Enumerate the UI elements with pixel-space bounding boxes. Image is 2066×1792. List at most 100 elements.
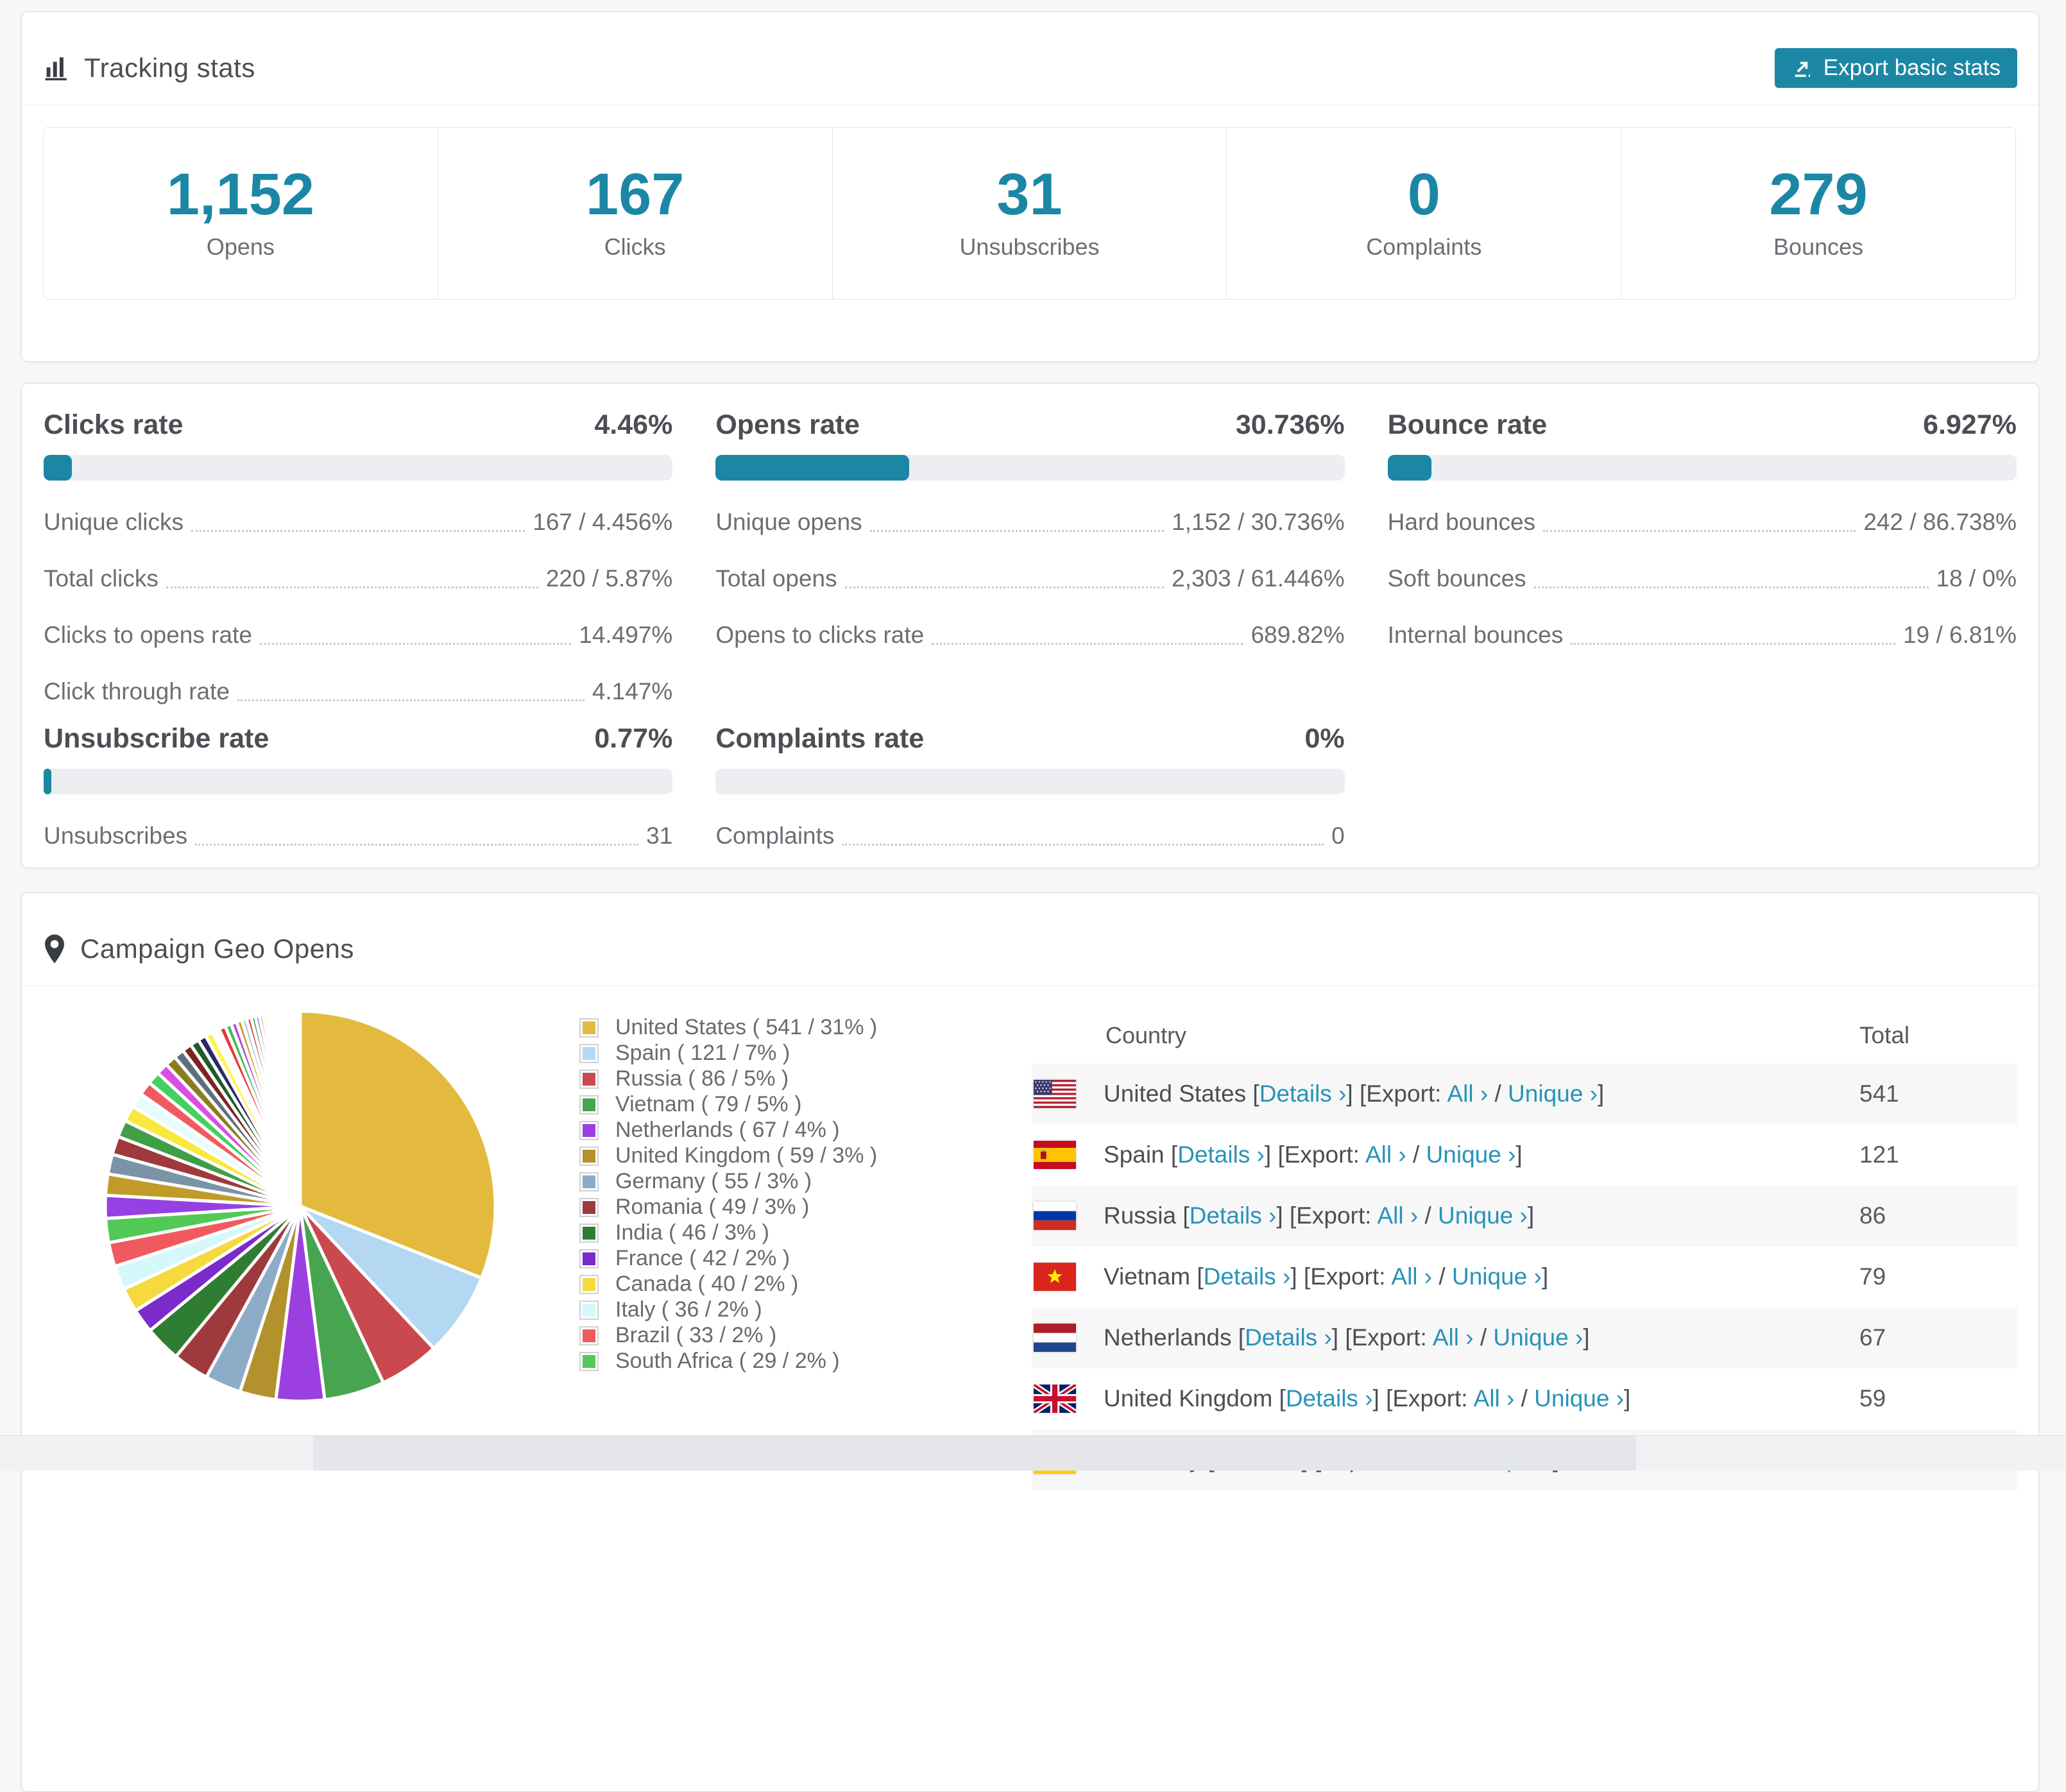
progress-bar [44,769,672,794]
rate-panel-header: Opens rate 30.736% [715,409,1344,441]
legend-item-germany[interactable]: Germany ( 55 / 3% ) [579,1169,913,1195]
dotted-leader [1571,643,1895,645]
metric-value: 31 [646,821,672,851]
details-link[interactable]: Details › [1204,1263,1291,1290]
metric-label: Unique clicks [44,508,184,537]
export-all-link[interactable]: All › [1474,1385,1515,1412]
metric-label: Complaints [715,821,834,851]
rate-value: 30.736% [1236,409,1345,441]
country-cell: United Kingdom [Details ›] [Export:All ›… [1104,1385,1630,1412]
rates-grid: Clicks rate 4.46% Unique clicks 167 / 4.… [44,409,2017,851]
export-label: Export: [1352,1324,1427,1351]
metric-row: Total opens 2,303 / 61.446% [715,564,1344,593]
details-link[interactable]: Details › [1259,1080,1347,1107]
legend-item-france[interactable]: France ( 42 / 2% ) [579,1246,913,1272]
country-flag-icon [1034,1202,1076,1230]
metric-row: Click through rate 4.147% [44,677,672,706]
legend-item-spain[interactable]: Spain ( 121 / 7% ) [579,1041,913,1066]
metric-value: 19 / 6.81% [1903,620,2017,650]
export-label: Export: [1285,1141,1360,1168]
column-header-total: Total [1859,1022,1909,1049]
total-cell: 79 [1859,1263,1886,1290]
export-all-link[interactable]: All › [1391,1263,1432,1290]
rate-title: Opens rate [715,409,860,441]
country-name: Vietnam [1104,1263,1190,1290]
country-name: Netherlands [1104,1324,1232,1351]
stat-value: 167 [438,164,832,226]
metric-row: Complaints 0 [715,821,1344,851]
rate-panel-header: Bounce rate 6.927% [1388,409,2017,441]
export-unique-link[interactable]: Unique › [1426,1141,1516,1168]
rate-panel: Clicks rate 4.46% Unique clicks 167 / 4.… [44,409,672,706]
table-row-us: United States [Details ›] [Export:All › … [1032,1064,2017,1125]
export-label: Export: [1392,1385,1467,1412]
progress-bar [44,455,672,481]
export-unique-link[interactable]: Unique › [1534,1385,1624,1412]
legend-item-india[interactable]: India ( 46 / 3% ) [579,1220,913,1246]
dotted-leader [1543,530,1856,532]
metric-value: 14.497% [579,620,672,650]
details-link[interactable]: Details › [1177,1141,1265,1168]
export-all-link[interactable]: All › [1365,1141,1406,1168]
horizontal-scrollbar[interactable] [0,1435,2066,1471]
legend-item-canada[interactable]: Canada ( 40 / 2% ) [579,1272,913,1297]
legend-item-russia[interactable]: Russia ( 86 / 5% ) [579,1066,913,1092]
stat-value: 31 [833,164,1227,226]
legend-item-romania[interactable]: Romania ( 49 / 3% ) [579,1195,913,1220]
export-unique-link[interactable]: Unique › [1438,1202,1528,1229]
metric-value: 689.82% [1251,620,1345,650]
country-cell: Netherlands [Details ›] [Export:All › / … [1104,1324,1590,1351]
details-link[interactable]: Details › [1245,1324,1332,1351]
export-basic-stats-button[interactable]: Export basic stats [1775,48,2017,88]
legend-swatch [579,1301,599,1320]
rate-metric-list: Complaints 0 [715,821,1344,851]
total-cell: 67 [1859,1324,1886,1351]
stat-value: 0 [1227,164,1621,226]
rate-panel-header: Complaints rate 0% [715,723,1344,755]
details-link[interactable]: Details › [1190,1202,1277,1229]
dotted-leader [191,530,525,532]
legend-item-united-states[interactable]: United States ( 541 / 31% ) [579,1015,913,1041]
dotted-leader [1534,586,1929,588]
stat-cell: 279 Bounces [1621,128,2015,299]
metric-value: 4.147% [592,677,673,706]
legend-item-italy[interactable]: Italy ( 36 / 2% ) [579,1297,913,1323]
country-name: Russia [1104,1202,1176,1229]
metric-row: Hard bounces 242 / 86.738% [1388,508,2017,537]
legend-item-netherlands[interactable]: Netherlands ( 67 / 4% ) [579,1118,913,1143]
export-all-link[interactable]: All › [1433,1324,1474,1351]
progress-bar-fill [1388,455,1431,481]
rate-metric-list: Unique opens 1,152 / 30.736% Total opens… [715,508,1344,650]
export-all-link[interactable]: All › [1447,1080,1488,1107]
details-link[interactable]: Details › [1286,1385,1373,1412]
country-flag-icon [1034,1141,1076,1169]
tracking-card-header: Tracking stats Export basic stats [22,12,2038,105]
country-cell: Spain [Details ›] [Export:All › / Unique… [1104,1141,1523,1168]
country-name: Spain [1104,1141,1165,1168]
progress-bar [715,455,1344,481]
legend-swatch [579,1275,599,1294]
export-unique-link[interactable]: Unique › [1508,1080,1598,1107]
rate-title: Complaints rate [715,723,924,755]
legend-item-south-africa[interactable]: South Africa ( 29 / 2% ) [579,1349,913,1374]
page-title: Tracking stats [84,53,255,83]
rate-metric-list: Unsubscribes 31 [44,821,672,851]
dotted-leader [932,643,1243,645]
legend-swatch [579,1147,599,1166]
legend-label: Romania ( 49 / 3% ) [615,1195,809,1220]
stat-label: Opens [44,234,438,260]
scrollbar-thumb[interactable] [313,1436,1636,1471]
country-cell: Vietnam [Details ›] [Export:All › / Uniq… [1104,1263,1548,1290]
legend-item-brazil[interactable]: Brazil ( 33 / 2% ) [579,1323,913,1349]
table-row-es: Spain [Details ›] [Export:All › / Unique… [1032,1125,2017,1186]
rate-title: Bounce rate [1388,409,1548,441]
export-unique-link[interactable]: Unique › [1493,1324,1583,1351]
legend-item-vietnam[interactable]: Vietnam ( 79 / 5% ) [579,1092,913,1118]
stat-cell: 31 Unsubscribes [833,128,1227,299]
export-label: Export: [1296,1202,1371,1229]
export-all-link[interactable]: All › [1377,1202,1418,1229]
legend-swatch [579,1249,599,1268]
metric-value: 1,152 / 30.736% [1172,508,1345,537]
legend-item-united-kingdom[interactable]: United Kingdom ( 59 / 3% ) [579,1143,913,1169]
export-unique-link[interactable]: Unique › [1452,1263,1542,1290]
